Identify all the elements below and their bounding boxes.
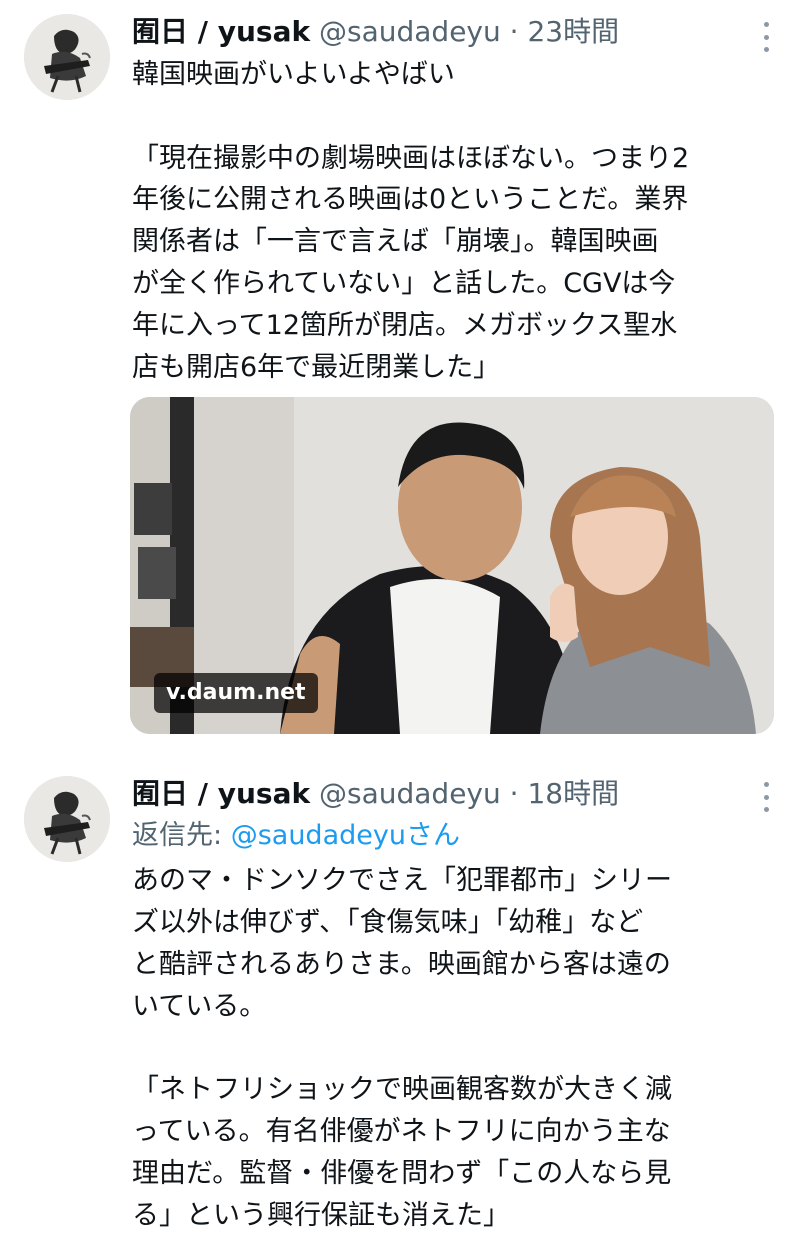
tweet-header: 囿日 / yusak @saudadeyu · 23時間	[132, 14, 619, 50]
tweet-text-line: 年に入って12箇所が閉店。メガボックス聖水	[132, 310, 678, 341]
display-name[interactable]: 囿日 / yusak	[132, 15, 310, 48]
user-handle[interactable]: @saudadeyu	[319, 15, 501, 48]
tweet-text-line: 関係者は「一言で言えば「崩壊」。韓国映画	[132, 226, 659, 257]
tweet-text-line: っている。有名俳優がネトフリに向かう主な	[132, 1116, 671, 1147]
tweet-text-line: 「ネトフリショックで映画観客数が大きく減	[132, 1074, 672, 1105]
separator: ·	[509, 777, 519, 810]
separator: ·	[509, 15, 519, 48]
tweet-text-line: が全く作られていない」と話した。CGVは今	[132, 268, 676, 299]
link-domain-badge: v.daum.net	[154, 673, 318, 713]
tweet-text-line: 店も開店6年で最近閉業した」	[132, 352, 501, 383]
tweet-text-line: いている。	[132, 991, 267, 1022]
timestamp[interactable]: 23時間	[527, 15, 619, 48]
avatar-guitarist-sketch	[24, 776, 110, 862]
tweet-header: 囿日 / yusak @saudadeyu · 18時間	[132, 776, 619, 812]
tweet-text-line: 理由だ。監督・俳優を問わず「この人なら見	[132, 1158, 672, 1189]
display-name[interactable]: 囿日 / yusak	[132, 777, 310, 810]
tweet-text-line: ズ以外は伸びず、「食傷気味」「幼稚」など	[132, 907, 644, 938]
timestamp[interactable]: 18時間	[527, 777, 619, 810]
avatar[interactable]	[24, 776, 110, 862]
tweet-text-line: 年後に公開される映画は0ということだ。業界	[132, 184, 689, 215]
tweet-text-line: あのマ・ドンソクでさえ「犯罪都市」シリー	[132, 865, 672, 896]
avatar-guitarist-sketch	[24, 14, 110, 100]
tweet-text-line: る」という興行保証も消えた」	[132, 1200, 510, 1231]
more-dots-icon[interactable]	[760, 22, 772, 52]
reply-handle-link[interactable]: @saudadeyuさん	[231, 820, 460, 851]
user-handle[interactable]: @saudadeyu	[319, 777, 501, 810]
more-dots-icon[interactable]	[760, 782, 772, 812]
link-card-image[interactable]: v.daum.net	[130, 397, 774, 734]
tweet-text-line: 韓国映画がいよいよやばい	[132, 59, 455, 90]
tweet-text-line: と酷評されるありさま。映画館から客は遠の	[132, 949, 671, 980]
avatar[interactable]	[24, 14, 110, 100]
reply-context: 返信先: @saudadeyuさん	[132, 818, 460, 854]
tweet-text-line: 「現在撮影中の劇場映画はほぼない。つまり2	[132, 143, 690, 174]
reply-prefix: 返信先:	[132, 820, 223, 851]
